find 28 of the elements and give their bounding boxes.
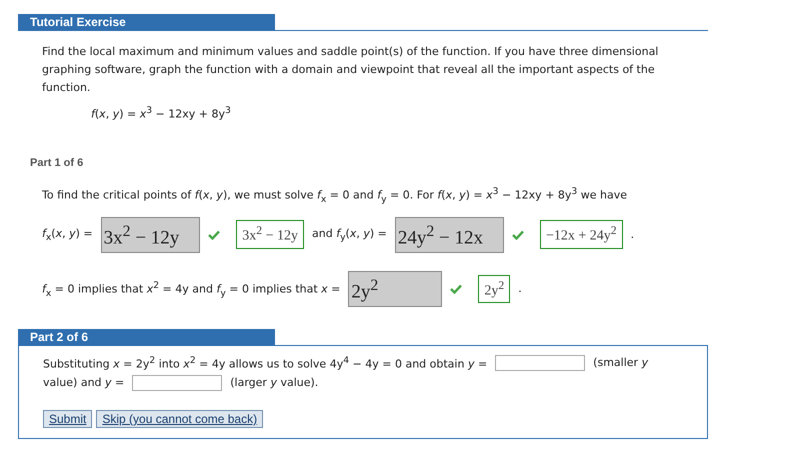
math-text: f$_{x}$(x, y) =: [42, 226, 93, 243]
correct-answer: 2y$^{2}$: [478, 274, 510, 304]
math-text: (larger y value).: [230, 374, 318, 391]
answer-field[interactable]: 3x$^{2}$ − 12y: [100, 216, 200, 253]
answer-field[interactable]: [132, 374, 222, 391]
math-text: and f$_{y}$(x, y) =: [312, 226, 387, 243]
section-header: Part 2 of 6: [18, 329, 275, 346]
math-text: .: [630, 228, 634, 242]
section-header: Tutorial Exercise: [18, 14, 275, 30]
checkmark-icon: [450, 284, 462, 294]
math-text: Substituting x = 2y$^{2}$ into x$^{2}$ = 4y allows us to solve 4y$^{4}$ − 4y = 0 and obtain y =: [43, 354, 488, 373]
answer-field[interactable]: 2y$^{2}$: [348, 270, 442, 308]
correct-answer: 3x$^{2}$ − 12y: [236, 220, 304, 249]
part-title: Part 1 of 6: [30, 156, 84, 169]
checkmark-icon: [512, 230, 524, 240]
math-text: .: [518, 282, 522, 296]
instructions: Find the local maximum and minimum values and saddle point(s) of the function. If you have three dimensional graphing software, graph the function with a domain and viewpoint that reveal all the important aspects of the function.: [42, 44, 660, 96]
answer-field[interactable]: [495, 354, 586, 371]
correct-answer: −12x + 24y$^{2}$: [540, 220, 623, 249]
function-formula: f(x, y) = x$^{3}$ − 12xy + 8y$^{3}$: [91, 105, 232, 121]
math-text: f$_{x}$ = 0 implies that x$^{2}$ = 4y and f$_{y}$ = 0 implies that x =: [42, 280, 340, 298]
skip-button[interactable]: Skip (you cannot come back): [96, 410, 264, 428]
part-intro: To find the critical points of f(x, y), we must solve f$_{x}$ = 0 and f$_{y}$ = 0. For f(x, y) = x$^{3}$ − 12xy + 8y$^{3}$ we have: [42, 184, 628, 206]
math-text: value) and y =: [43, 374, 124, 391]
math-text: (smaller y: [593, 354, 648, 371]
answer-field[interactable]: 24y$^{2}$ − 12x: [394, 216, 504, 253]
checkmark-icon: [208, 230, 220, 240]
submit-button[interactable]: Submit: [43, 410, 92, 428]
